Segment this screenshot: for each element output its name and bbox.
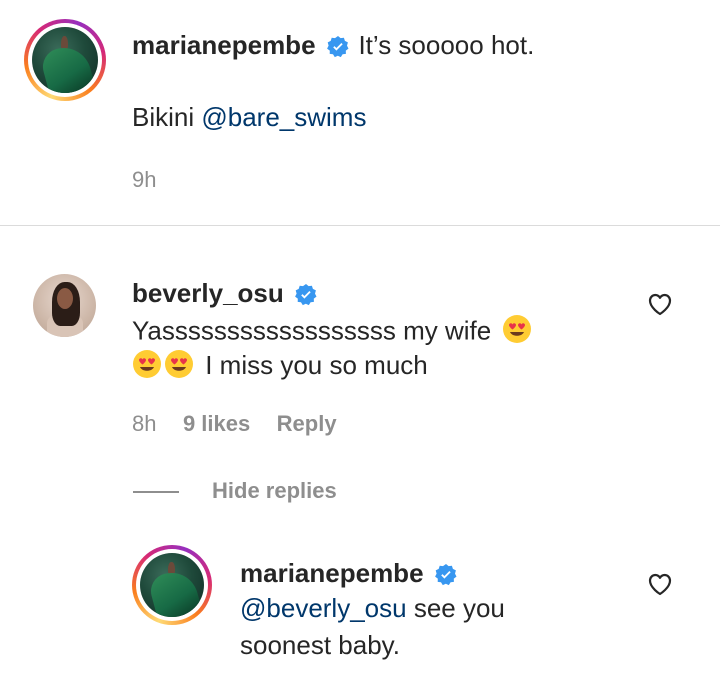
comment-text-line1: Yassssssssssssssssss my wife: [132, 314, 532, 351]
reply-text-1: see you: [406, 593, 505, 623]
caption-text: It’s sooooo hot.: [358, 30, 535, 60]
caption-timestamp: 9h: [132, 167, 157, 192]
caption-header: marianepembe It’s sooooo hot.: [132, 30, 534, 64]
verified-icon: [326, 35, 350, 64]
heart-eyes-emoji-icon: [132, 349, 162, 386]
section-divider: [0, 225, 720, 226]
caption-mention-link[interactable]: @bare_swims: [201, 102, 366, 132]
heart-eyes-emoji-icon: [502, 314, 532, 351]
hide-replies-button[interactable]: Hide replies: [212, 478, 337, 504]
reply-text-line2: soonest baby.: [240, 630, 400, 660]
avatar-drape: [38, 41, 96, 93]
reply-header: marianepembe: [240, 558, 458, 592]
verified-icon: [294, 283, 318, 312]
verified-icon: [434, 563, 458, 592]
like-comment-heart-icon[interactable]: [647, 292, 673, 321]
caption-avatar[interactable]: [32, 27, 98, 93]
like-reply-heart-icon[interactable]: [647, 572, 673, 601]
caption-username[interactable]: marianepembe: [132, 30, 316, 60]
comment-avatar[interactable]: [33, 274, 96, 337]
heart-eyes-emoji-icon: [164, 349, 194, 386]
comment-actions: 8h 9 likes Reply: [132, 411, 337, 437]
replies-divider-line: [133, 491, 179, 493]
reply-button[interactable]: Reply: [277, 411, 337, 436]
reply-text-line1: @beverly_osu see you: [240, 593, 505, 624]
comment-likes-link[interactable]: 9 likes: [183, 411, 250, 436]
comment-timestamp: 8h: [132, 411, 157, 436]
caption-line2: Bikini @bare_swims: [132, 102, 366, 133]
caption-line2-prefix: Bikini: [132, 102, 202, 132]
comment-text-1: Yassssssssssssssssss my wife: [132, 315, 492, 346]
reply-username[interactable]: marianepembe: [240, 558, 424, 588]
comment-header: beverly_osu: [132, 278, 318, 312]
reply-avatar[interactable]: [140, 553, 204, 617]
comment-username[interactable]: beverly_osu: [132, 278, 284, 308]
reply-mention-link[interactable]: @beverly_osu: [240, 593, 407, 623]
avatar-drape: [146, 567, 202, 617]
comment-text-2: I miss you so much: [205, 350, 428, 381]
comment-text-line2: I miss you so much: [132, 349, 428, 386]
